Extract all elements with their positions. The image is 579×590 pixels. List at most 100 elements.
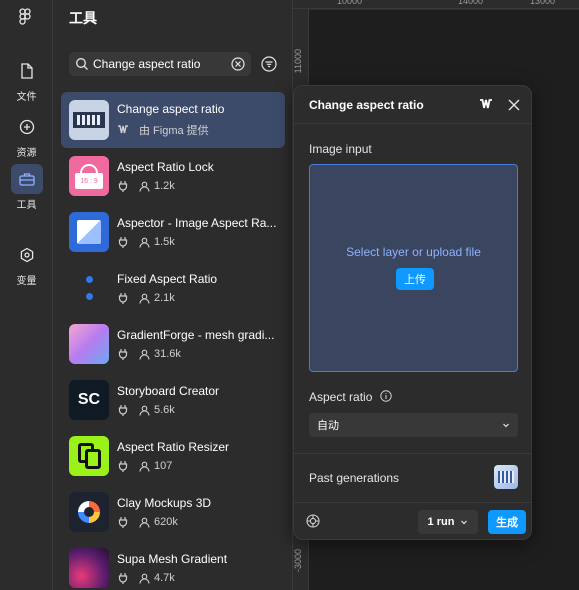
divider xyxy=(294,453,531,454)
dialog-title: Change aspect ratio xyxy=(309,98,424,112)
plugin-item-change-aspect-ratio[interactable]: Change aspect ratio 由 Figma 提供 xyxy=(61,92,285,148)
plugin-thumbnail xyxy=(69,436,109,476)
plugin-item-aspect-ratio-lock[interactable]: 16 : 9 Aspect Ratio Lock 1.2k xyxy=(61,148,285,204)
plugin-name: Aspect Ratio Resizer xyxy=(117,440,230,454)
user-icon xyxy=(139,517,150,528)
plugin-logo-icon xyxy=(480,99,492,109)
image-input-label: Image input xyxy=(309,142,372,156)
search-input[interactable]: Change aspect ratio xyxy=(69,52,251,76)
plugin-thumbnail: 16 : 9 xyxy=(69,156,109,196)
plugin-icon xyxy=(118,293,128,304)
search-icon xyxy=(76,58,88,70)
dropzone-hint: Select layer or upload file xyxy=(346,245,481,259)
ruler-label: 14000 xyxy=(458,0,484,6)
assets-icon xyxy=(11,112,43,142)
plugin-name: GradientForge - mesh gradi... xyxy=(117,328,275,342)
plugin-thumbnail xyxy=(69,324,109,364)
plugin-item-fixed-aspect-ratio[interactable]: Fixed Aspect Ratio 2.1k xyxy=(61,260,285,316)
aspect-ratio-label: Aspect ratio xyxy=(309,390,373,404)
panel-title: 工具 xyxy=(69,10,97,26)
figma-logo-icon[interactable] xyxy=(16,8,34,26)
thumb-label: 16 : 9 xyxy=(75,173,103,189)
filter-icon[interactable] xyxy=(261,56,277,72)
tools-panel: 工具 Change aspect ratio Change aspect rat… xyxy=(53,0,293,590)
plugin-users: 4.7k xyxy=(154,572,175,584)
ruler-top: 10000 14000 13000 xyxy=(293,0,579,9)
debug-icon[interactable] xyxy=(306,514,320,528)
past-generation-thumbnail[interactable] xyxy=(494,465,518,489)
chevron-down-icon xyxy=(461,520,468,525)
dialog-header: Change aspect ratio xyxy=(294,86,531,124)
rail-item-files[interactable]: 文件 xyxy=(0,56,53,103)
rail-label: 工具 xyxy=(16,200,37,211)
plugin-thumbnail xyxy=(69,492,109,532)
user-icon xyxy=(139,405,150,416)
plugin-thumbnail xyxy=(69,100,109,140)
runs-label: 1 run xyxy=(427,516,455,528)
plugin-users: 1.2k xyxy=(154,180,175,192)
plugin-thumbnail xyxy=(69,212,109,252)
dialog-footer: 1 run 生成 xyxy=(294,503,531,541)
left-rail: 文件 资源 工具 变量 xyxy=(0,0,53,590)
plugin-icon xyxy=(118,237,128,248)
plugin-icon xyxy=(118,349,128,360)
plugin-list: Change aspect ratio 由 Figma 提供 16 : 9 As… xyxy=(61,92,285,590)
plugin-publisher: 由 Figma 提供 xyxy=(139,125,209,137)
plugin-name: Supa Mesh Gradient xyxy=(117,552,228,566)
rail-item-variables[interactable]: 变量 xyxy=(0,240,53,287)
runs-dropdown[interactable]: 1 run xyxy=(418,510,478,534)
plugin-thumbnail: SC xyxy=(69,380,109,420)
search-value: Change aspect ratio xyxy=(93,57,201,71)
rail-item-tools[interactable]: 工具 xyxy=(0,164,53,211)
plugin-name: Storyboard Creator xyxy=(117,384,220,398)
chevron-down-icon xyxy=(503,423,509,428)
user-icon xyxy=(139,573,150,584)
plugin-icon xyxy=(118,573,128,584)
plugin-thumbnail xyxy=(69,268,109,308)
user-icon xyxy=(139,181,150,192)
plugin-users: 1.5k xyxy=(154,236,175,248)
upload-button[interactable]: 上传 xyxy=(396,268,434,290)
plugin-icon xyxy=(118,405,128,416)
plugin-name: Clay Mockups 3D xyxy=(117,496,212,510)
aspect-ratio-select[interactable]: 自动 xyxy=(309,413,518,437)
plugin-users: 5.6k xyxy=(154,404,175,416)
plugin-users: 107 xyxy=(154,460,173,472)
plugin-dialog: Change aspect ratio Image input Select l… xyxy=(293,85,532,540)
close-icon[interactable] xyxy=(507,98,521,112)
plugin-icon xyxy=(118,181,128,192)
info-icon[interactable] xyxy=(380,390,392,402)
plugin-icon xyxy=(118,461,128,472)
thumb-label: SC xyxy=(77,391,101,408)
image-dropzone[interactable]: Select layer or upload file 上传 xyxy=(309,164,518,372)
plugin-name: Change aspect ratio xyxy=(117,102,225,116)
rail-label: 变量 xyxy=(16,276,37,287)
user-icon xyxy=(139,237,150,248)
ruler-label: -3000 xyxy=(293,549,303,573)
past-generations-label: Past generations xyxy=(309,471,400,485)
plugin-item-storyboard-creator[interactable]: SC Storyboard Creator 5.6k xyxy=(61,372,285,428)
plugin-name: Aspect Ratio Lock xyxy=(117,160,214,174)
user-icon xyxy=(139,349,150,360)
plugin-icon xyxy=(118,517,128,528)
plugin-item-supa-mesh-gradient[interactable]: Supa Mesh Gradient 4.7k xyxy=(61,540,285,590)
figma-publisher-icon xyxy=(118,125,128,134)
clear-search-icon[interactable] xyxy=(231,57,245,71)
plugin-item-gradientforge[interactable]: GradientForge - mesh gradi... 31.6k xyxy=(61,316,285,372)
toolbox-icon xyxy=(10,164,43,194)
aspect-ratio-value: 自动 xyxy=(317,420,339,432)
generate-button[interactable]: 生成 xyxy=(488,510,526,534)
plugin-item-clay-mockups-3d[interactable]: Clay Mockups 3D 620k xyxy=(61,484,285,540)
plugin-thumbnail xyxy=(69,548,109,588)
rail-label: 资源 xyxy=(16,148,37,159)
plugin-name: Aspector - Image Aspect Ra... xyxy=(117,216,277,230)
ruler-label: 11000 xyxy=(293,49,303,74)
user-icon xyxy=(139,293,150,304)
rail-item-assets[interactable]: 资源 xyxy=(0,112,53,159)
plugin-item-aspector[interactable]: Aspector - Image Aspect Ra... 1.5k xyxy=(61,204,285,260)
ruler-label: 10000 xyxy=(337,0,363,6)
user-icon xyxy=(139,461,150,472)
plugin-item-aspect-ratio-resizer[interactable]: Aspect Ratio Resizer 107 xyxy=(61,428,285,484)
plugin-users: 620k xyxy=(154,516,178,528)
variables-icon xyxy=(11,240,43,270)
